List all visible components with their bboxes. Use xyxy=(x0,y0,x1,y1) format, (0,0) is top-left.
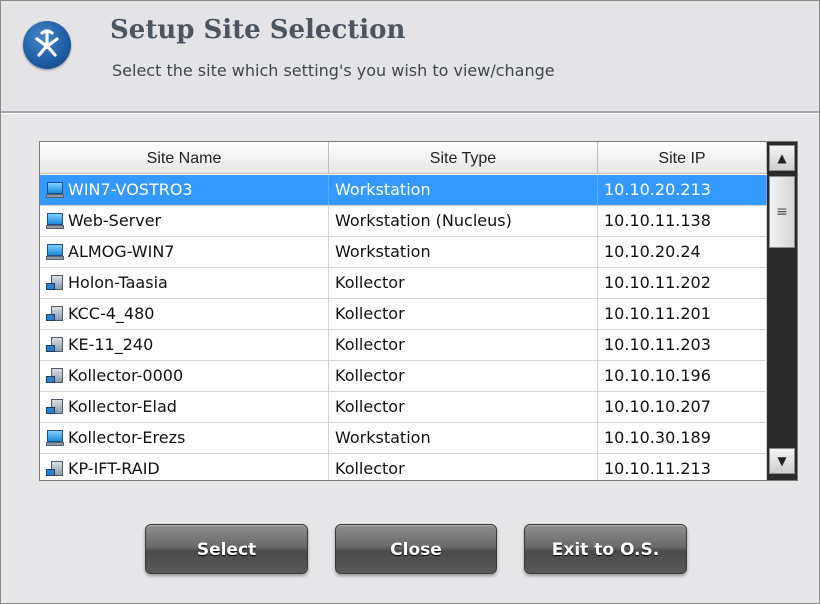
site-name: Kollector-0000 xyxy=(68,366,184,385)
site-row[interactable]: Kollector-Elad Kollector 10.10.10.207 xyxy=(40,392,767,423)
site-type-cell: Kollector xyxy=(329,330,598,360)
site-row[interactable]: Kollector-Erezs Workstation 10.10.30.189 xyxy=(40,423,767,454)
select-button[interactable]: Select xyxy=(145,524,308,574)
site-name: KE-11_240 xyxy=(68,335,154,354)
app-logo-icon xyxy=(23,21,71,69)
site-row[interactable]: KP-IFT-RAID Kollector 10.10.11.213 xyxy=(40,454,767,480)
site-name: Web-Server xyxy=(68,211,162,230)
site-name-cell: Kollector-Elad xyxy=(40,392,329,422)
site-ip-cell: 10.10.11.203 xyxy=(598,330,767,360)
kollector-icon xyxy=(46,336,64,354)
site-type-cell: Workstation xyxy=(329,175,598,205)
dialog-header: Setup Site Selection Select the site whi… xyxy=(1,1,819,111)
site-name: Kollector-Erezs xyxy=(68,428,186,447)
site-type-cell: Workstation xyxy=(329,237,598,267)
site-ip-cell: 10.10.11.213 xyxy=(598,454,767,480)
site-row[interactable]: KCC-4_480 Kollector 10.10.11.201 xyxy=(40,299,767,330)
site-name-cell: WIN7-VOSTRO3 xyxy=(40,175,329,205)
kollector-icon xyxy=(46,274,64,292)
kollector-icon xyxy=(46,460,64,478)
site-type-cell: Workstation xyxy=(329,423,598,453)
column-header-site-name[interactable]: Site Name xyxy=(40,142,329,174)
site-row[interactable]: Web-Server Workstation (Nucleus) 10.10.11.… xyxy=(40,206,767,237)
scroll-up-button[interactable]: ▲ xyxy=(769,145,795,171)
column-header-site-ip[interactable]: Site IP xyxy=(598,142,767,174)
site-row[interactable]: Holon-Taasia Kollector 10.10.11.202 xyxy=(40,268,767,299)
close-button[interactable]: Close xyxy=(335,524,497,574)
site-list-grid[interactable]: Site Name Site Type Site IP WIN7-VOSTRO3… xyxy=(39,141,798,481)
site-row[interactable]: KE-11_240 Kollector 10.10.11.203 xyxy=(40,330,767,361)
site-type-cell: Kollector xyxy=(329,299,598,329)
site-name: KCC-4_480 xyxy=(68,304,155,323)
site-type-cell: Kollector xyxy=(329,268,598,298)
dialog-subtitle: Select the site which setting's you wish… xyxy=(112,61,555,80)
site-ip-cell: 10.10.10.196 xyxy=(598,361,767,391)
site-name-cell: Kollector-0000 xyxy=(40,361,329,391)
site-ip-cell: 10.10.20.24 xyxy=(598,237,767,267)
site-ip-cell: 10.10.20.213 xyxy=(598,175,767,205)
site-type-cell: Kollector xyxy=(329,361,598,391)
workstation-icon xyxy=(46,430,64,446)
site-selection-window: Setup Site Selection Select the site whi… xyxy=(0,0,820,604)
site-ip-cell: 10.10.10.207 xyxy=(598,392,767,422)
kollector-icon xyxy=(46,305,64,323)
header-divider xyxy=(1,111,819,113)
site-name: Kollector-Elad xyxy=(68,397,177,416)
dialog-title: Setup Site Selection xyxy=(110,15,406,45)
exit-to-os-button[interactable]: Exit to O.S. xyxy=(524,524,687,574)
kollector-icon xyxy=(46,367,64,385)
workstation-icon xyxy=(46,213,64,229)
site-name-cell: Kollector-Erezs xyxy=(40,423,329,453)
site-row[interactable]: ALMOG-WIN7 Workstation 10.10.20.24 xyxy=(40,237,767,268)
site-name: KP-IFT-RAID xyxy=(68,459,160,478)
site-ip-cell: 10.10.11.202 xyxy=(598,268,767,298)
site-name: Holon-Taasia xyxy=(68,273,168,292)
site-name: ALMOG-WIN7 xyxy=(68,242,175,261)
scroll-down-button[interactable]: ▼ xyxy=(769,448,795,474)
site-name-cell: Web-Server xyxy=(40,206,329,236)
site-type-cell: Kollector xyxy=(329,454,598,480)
site-name-cell: KE-11_240 xyxy=(40,330,329,360)
site-rows: WIN7-VOSTRO3 Workstation 10.10.20.213 Web-S… xyxy=(40,175,767,480)
site-ip-cell: 10.10.11.138 xyxy=(598,206,767,236)
workstation-icon xyxy=(46,182,64,198)
kollector-icon xyxy=(46,398,64,416)
site-type-cell: Kollector xyxy=(329,392,598,422)
site-type-cell: Workstation (Nucleus) xyxy=(329,206,598,236)
site-name-cell: KCC-4_480 xyxy=(40,299,329,329)
site-name-cell: ALMOG-WIN7 xyxy=(40,237,329,267)
scroll-thumb[interactable]: ≡ xyxy=(769,176,795,248)
site-name-cell: KP-IFT-RAID xyxy=(40,454,329,480)
site-name: WIN7-VOSTRO3 xyxy=(68,180,193,199)
vertical-scrollbar[interactable]: ▲ ≡ ▼ xyxy=(767,142,797,480)
site-row[interactable]: Kollector-0000 Kollector 10.10.10.196 xyxy=(40,361,767,392)
site-ip-cell: 10.10.30.189 xyxy=(598,423,767,453)
site-ip-cell: 10.10.11.201 xyxy=(598,299,767,329)
grid-header: Site Name Site Type Site IP xyxy=(40,142,767,174)
workstation-icon xyxy=(46,244,64,260)
site-row[interactable]: WIN7-VOSTRO3 Workstation 10.10.20.213 xyxy=(40,175,767,206)
site-name-cell: Holon-Taasia xyxy=(40,268,329,298)
column-header-site-type[interactable]: Site Type xyxy=(329,142,598,174)
